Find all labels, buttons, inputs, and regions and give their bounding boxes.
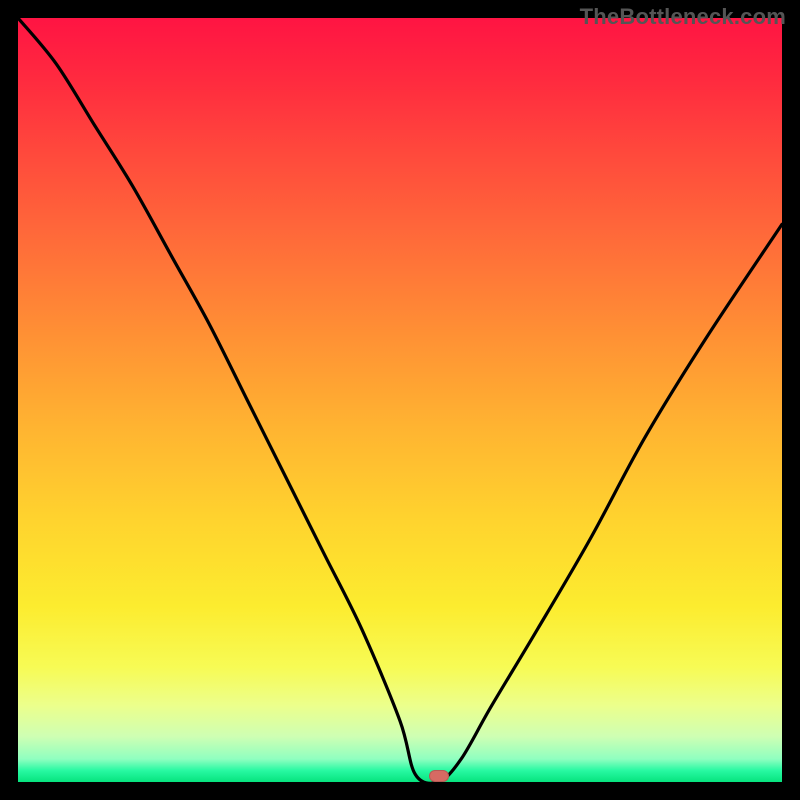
watermark-text: TheBottleneck.com: [580, 4, 786, 30]
bottleneck-curve: [18, 18, 782, 782]
chart-frame: TheBottleneck.com: [0, 0, 800, 800]
optimal-point-marker: [429, 770, 449, 782]
plot-area: [18, 18, 782, 782]
